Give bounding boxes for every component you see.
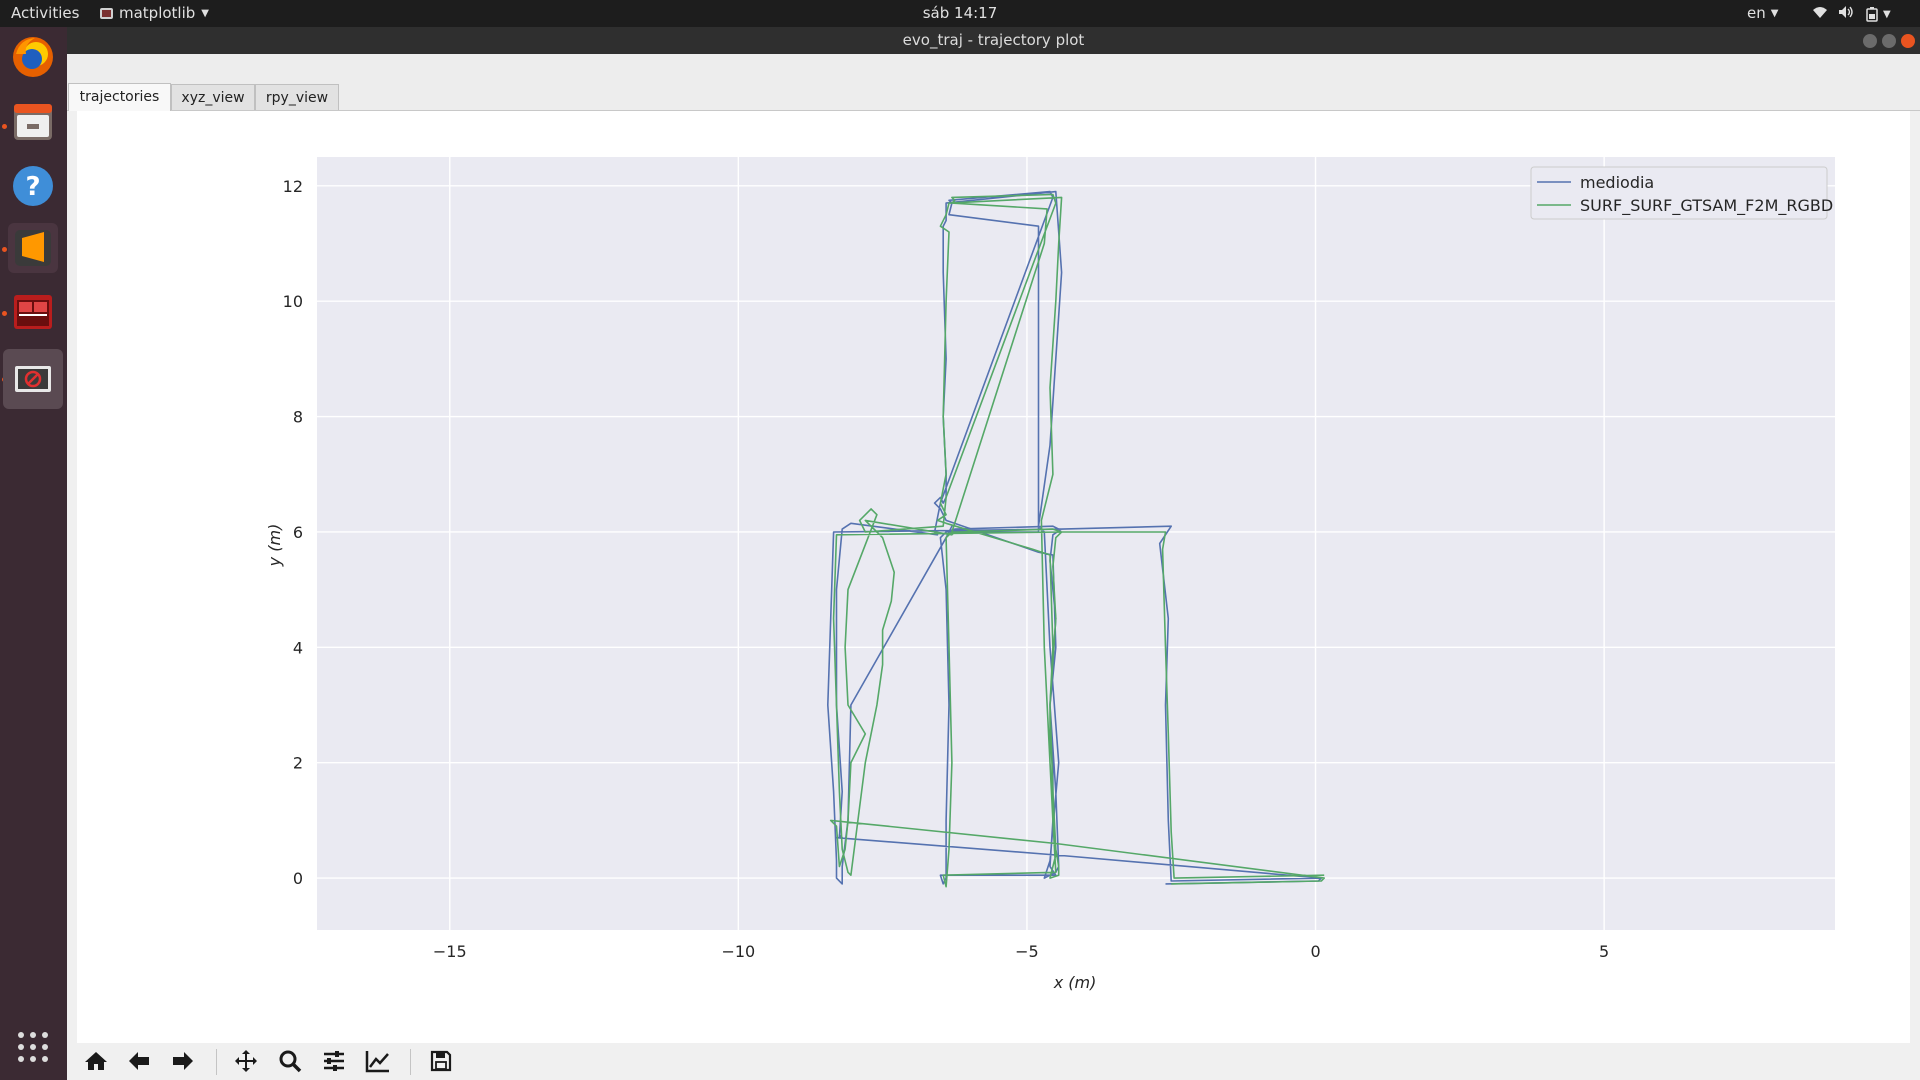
plot-window: evo_traj - trajectory plot trajectories … — [67, 27, 1920, 1080]
x-tick-label: 5 — [1599, 942, 1609, 961]
wifi-icon[interactable] — [1812, 5, 1828, 24]
legend: mediodia SURF_SURF_GTSAM_F2M_RGBD — [1530, 166, 1833, 220]
chevron-down-icon: ▼ — [1770, 8, 1779, 19]
y-tick-label: 4 — [293, 638, 303, 657]
sublime-text-icon[interactable] — [8, 223, 58, 273]
activities-button[interactable]: Activities — [11, 4, 79, 23]
tab-trajectories[interactable]: trajectories — [68, 83, 171, 111]
terminal-icon[interactable] — [8, 287, 58, 337]
maximize-button[interactable] — [1882, 34, 1896, 48]
show-applications-icon[interactable] — [8, 1022, 58, 1072]
svg-text:?: ? — [25, 172, 40, 202]
legend-label-mediodia: mediodia — [1580, 173, 1654, 192]
dock: ? — [0, 27, 67, 1080]
files-icon[interactable] — [8, 97, 58, 147]
language-selector[interactable]: en ▼ — [1747, 4, 1778, 23]
y-tick-label: 8 — [293, 408, 303, 427]
home-icon[interactable] — [80, 1045, 112, 1077]
y-tick-label: 10 — [283, 292, 303, 311]
trajectory-plot[interactable]: −15 −10 −5 0 5 0 2 4 6 8 10 12 x (m) y (m) mediodia… — [77, 111, 1910, 1043]
app-window-icon — [100, 8, 113, 19]
toolbar-separator — [410, 1049, 411, 1075]
close-button[interactable] — [1901, 34, 1915, 48]
running-indicator — [2, 247, 7, 252]
save-icon[interactable] — [425, 1045, 457, 1077]
top-bar: Activities matplotlib ▼ sáb 14:17 en ▼ ▼ — [0, 0, 1920, 27]
window-titlebar[interactable]: evo_traj - trajectory plot — [67, 27, 1920, 54]
y-tick-label: 2 — [293, 754, 303, 773]
battery-icon — [1866, 7, 1878, 22]
toolbar-separator — [216, 1049, 217, 1075]
matplotlib-window-icon[interactable] — [3, 349, 63, 409]
running-indicator — [2, 124, 7, 129]
x-tick-label: −15 — [433, 942, 467, 961]
system-menu[interactable]: ▼ — [1866, 5, 1891, 24]
firefox-icon[interactable] — [8, 32, 58, 82]
legend-label-surf: SURF_SURF_GTSAM_F2M_RGBD — [1580, 196, 1833, 216]
y-axis-label: y (m) — [265, 524, 284, 568]
x-tick-label: −10 — [721, 942, 755, 961]
tab-xyz-view[interactable]: xyz_view — [171, 84, 255, 110]
tab-rpy-view[interactable]: rpy_view — [255, 84, 339, 110]
window-title: evo_traj - trajectory plot — [902, 31, 1085, 49]
app-menu-label: matplotlib — [119, 4, 196, 22]
y-tick-label: 0 — [293, 869, 303, 888]
y-tick-label: 6 — [293, 523, 303, 542]
clock[interactable]: sáb 14:17 — [0, 4, 1920, 23]
configure-subplots-icon[interactable] — [318, 1045, 350, 1077]
axes-background — [317, 157, 1835, 930]
edit-axis-icon[interactable] — [362, 1045, 394, 1077]
back-arrow-icon[interactable] — [123, 1045, 155, 1077]
x-tick-label: −5 — [1015, 942, 1039, 961]
navigation-toolbar — [67, 1043, 1920, 1080]
volume-icon[interactable] — [1838, 5, 1854, 24]
pan-icon[interactable] — [230, 1045, 262, 1077]
language-label: en — [1747, 4, 1766, 22]
x-axis-label: x (m) — [1053, 973, 1097, 992]
running-indicator — [2, 311, 7, 316]
forward-arrow-icon[interactable] — [167, 1045, 199, 1077]
figure-canvas[interactable]: −15 −10 −5 0 5 0 2 4 6 8 10 12 x (m) y (m) mediodia… — [77, 111, 1910, 1043]
chevron-down-icon: ▼ — [201, 8, 209, 19]
app-menu[interactable]: matplotlib ▼ — [100, 4, 209, 23]
y-tick-label: 12 — [283, 177, 303, 196]
chevron-down-icon: ▼ — [1883, 9, 1891, 20]
x-tick-label: 0 — [1310, 942, 1320, 961]
help-icon[interactable]: ? — [8, 161, 58, 211]
tab-bar: trajectories xyz_view rpy_view — [67, 54, 1920, 111]
zoom-icon[interactable] — [274, 1045, 306, 1077]
minimize-button[interactable] — [1863, 34, 1877, 48]
